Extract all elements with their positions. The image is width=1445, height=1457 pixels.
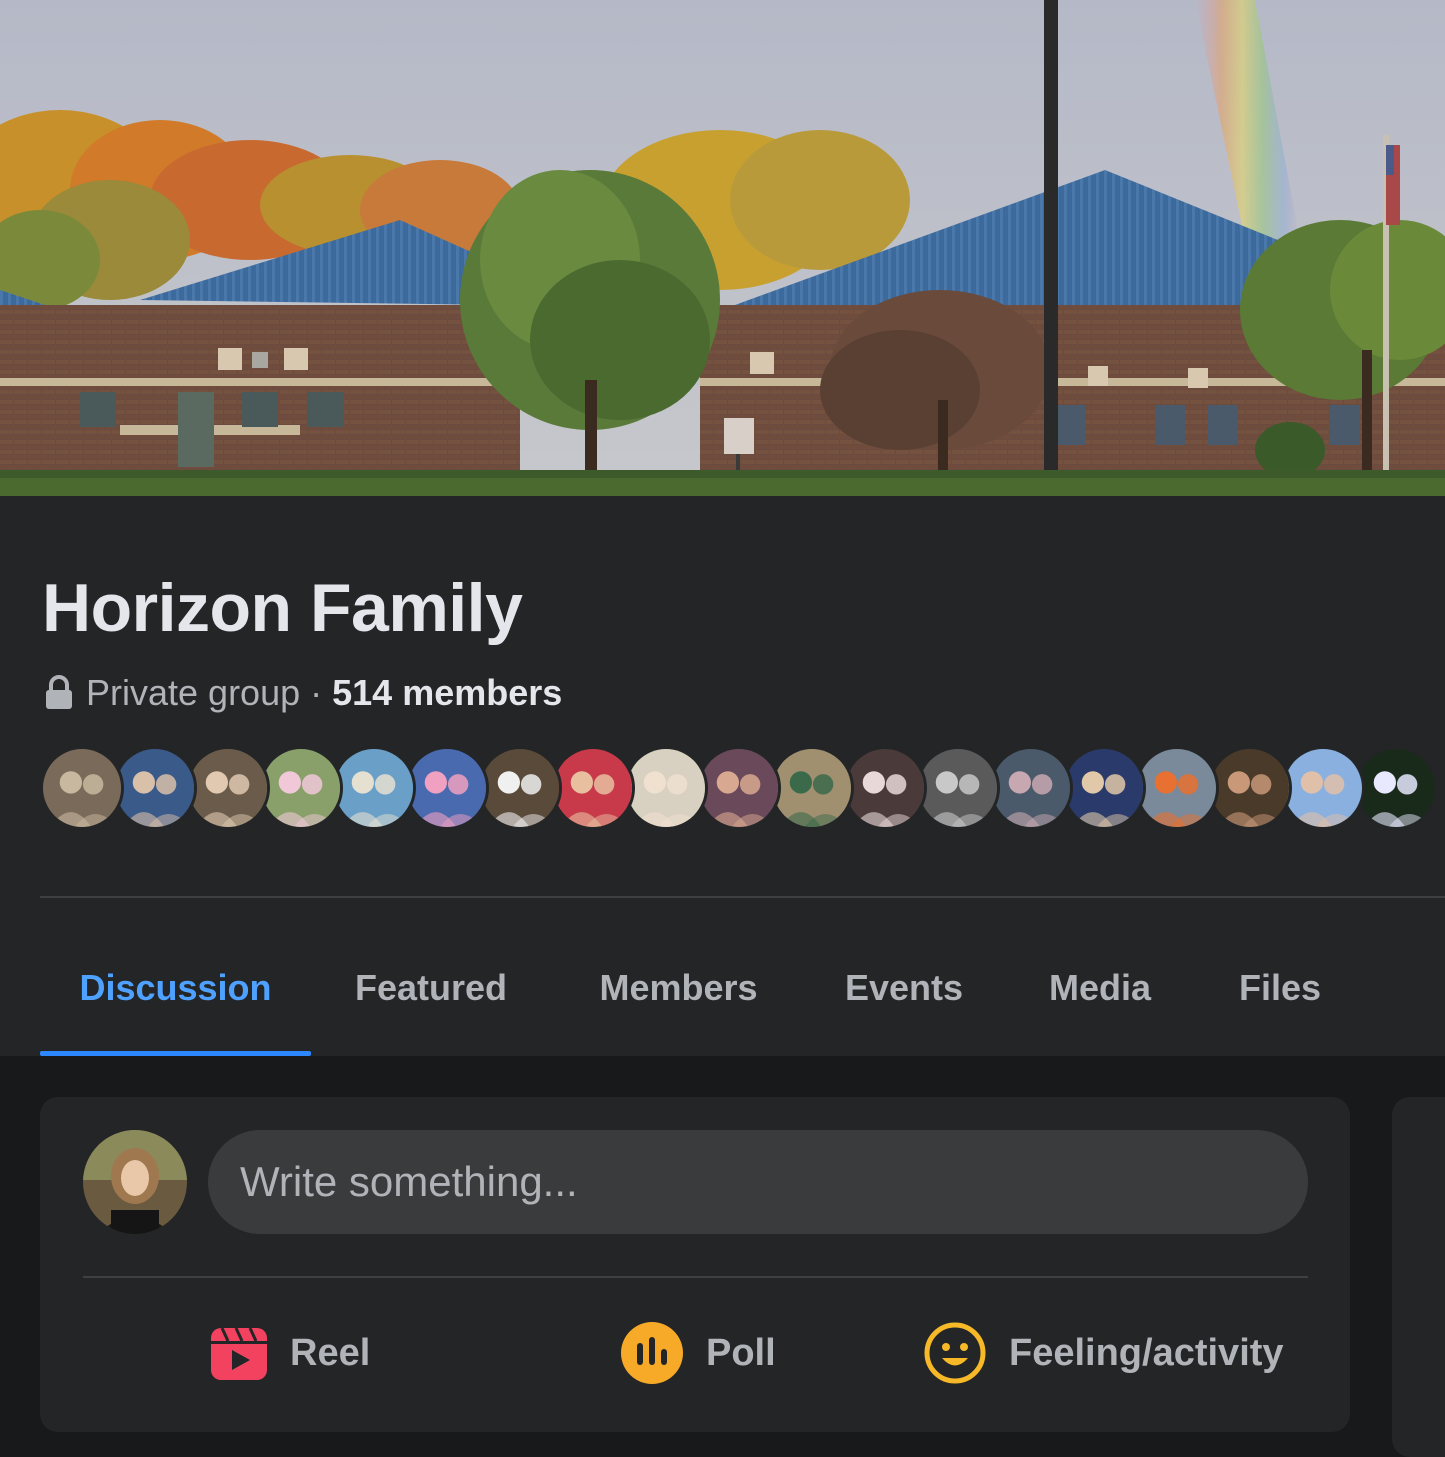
group-tabs: Discussion Featured Members Events Media…: [40, 920, 1445, 1056]
member-avatar[interactable]: [40, 746, 124, 830]
tab-events[interactable]: Events: [806, 920, 1002, 1056]
member-avatar[interactable]: [1208, 746, 1292, 830]
write-something-input[interactable]: [208, 1130, 1308, 1234]
member-avatar[interactable]: [113, 746, 197, 830]
lock-icon: [46, 675, 72, 709]
feeling-icon: [924, 1322, 986, 1384]
tab-featured[interactable]: Featured: [311, 920, 551, 1056]
member-avatar[interactable]: [843, 746, 927, 830]
reel-icon: [211, 1327, 267, 1380]
poll-icon: [621, 1322, 683, 1384]
member-avatar[interactable]: [770, 746, 854, 830]
member-avatar[interactable]: [1135, 746, 1219, 830]
header-divider: [40, 896, 1445, 898]
member-count[interactable]: 514 members: [332, 672, 562, 714]
member-avatar[interactable]: [1354, 746, 1438, 830]
member-avatar[interactable]: [332, 746, 416, 830]
post-composer: Reel Poll Feeling/activity: [40, 1097, 1350, 1432]
member-avatar[interactable]: [551, 746, 635, 830]
composer-divider: [83, 1276, 1308, 1278]
cover-photo[interactable]: [0, 0, 1445, 496]
poll-label: Poll: [706, 1331, 776, 1374]
member-avatar[interactable]: [989, 746, 1073, 830]
feeling-activity-button[interactable]: Feeling/activity: [923, 1313, 1284, 1393]
poll-button[interactable]: Poll: [620, 1313, 776, 1393]
tab-files[interactable]: Files: [1198, 920, 1362, 1056]
tab-members[interactable]: Members: [551, 920, 806, 1056]
group-name[interactable]: Horizon Family: [42, 568, 523, 648]
meta-separator: ·: [310, 672, 323, 713]
feeling-activity-label: Feeling/activity: [1009, 1331, 1284, 1374]
tab-media[interactable]: Media: [1002, 920, 1198, 1056]
privacy-label[interactable]: Private group: [86, 672, 300, 714]
current-user-avatar[interactable]: [83, 1130, 187, 1234]
member-avatar[interactable]: [478, 746, 562, 830]
about-card: [1392, 1097, 1445, 1457]
member-avatar[interactable]: [259, 746, 343, 830]
member-avatars-row: [40, 746, 1445, 830]
member-avatar[interactable]: [1062, 746, 1146, 830]
member-avatar[interactable]: [624, 746, 708, 830]
member-avatar[interactable]: [186, 746, 270, 830]
reel-label: Reel: [290, 1331, 371, 1374]
group-meta: Private group · 514 members: [42, 668, 562, 718]
reel-button[interactable]: Reel: [210, 1313, 370, 1393]
member-avatar[interactable]: [1281, 746, 1365, 830]
member-avatar[interactable]: [916, 746, 1000, 830]
tab-discussion[interactable]: Discussion: [40, 920, 311, 1056]
member-avatar[interactable]: [697, 746, 781, 830]
member-avatar[interactable]: [405, 746, 489, 830]
